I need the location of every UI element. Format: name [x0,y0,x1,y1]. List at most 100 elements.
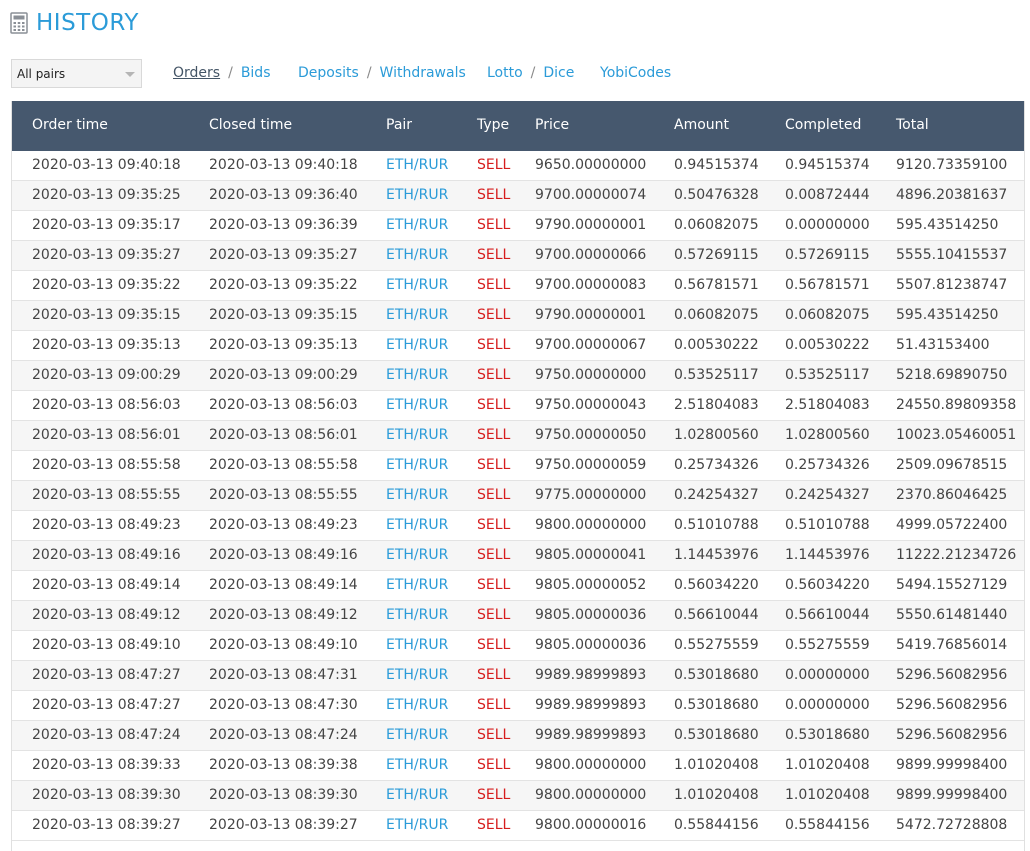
cell-total: 5296.56082956 [896,727,1008,743]
cell-pair[interactable]: ETH/RUR [386,277,448,293]
table-row: 2020-03-13 08:47:24 2020-03-13 08:47:24 ET… [12,721,1024,751]
table-row: 2020-03-13 09:35:17 2020-03-13 09:36:39 ET… [12,211,1024,241]
tab-lotto[interactable]: Lotto [487,65,523,81]
table-row: 2020-03-13 09:40:18 2020-03-13 09:40:18 ET… [12,151,1024,181]
cell-type: SELL [477,697,511,713]
cell-completed: 0.94515374 [785,157,870,173]
cell-pair[interactable]: ETH/RUR [386,217,448,233]
cell-pair[interactable]: ETH/RUR [386,487,448,503]
cell-order-time: 2020-03-13 08:39:27 [32,817,181,833]
cell-amount: 1.01020408 [674,757,759,773]
cell-pair[interactable]: ETH/RUR [386,247,448,263]
table-row: 2020-03-13 08:47:27 2020-03-13 08:47:30 ET… [12,691,1024,721]
column-header-total: Total [896,117,929,133]
column-header-order-time: Order time [32,117,108,133]
cell-type: SELL [477,427,511,443]
cell-amount: 2.51804083 [674,397,759,413]
column-header-closed-time: Closed time [209,117,293,133]
cell-type: SELL [477,637,511,653]
tab-dice[interactable]: Dice [543,65,574,81]
cell-amount: 0.06082075 [674,307,759,323]
cell-type: SELL [477,727,511,743]
cell-amount: 0.25734326 [674,457,759,473]
pair-filter-select[interactable]: All pairs [11,59,142,88]
cell-total: 5296.56082956 [896,667,1008,683]
cell-order-time: 2020-03-13 08:39:30 [32,787,181,803]
cell-completed: 0.00000000 [785,217,870,233]
cell-pair[interactable]: ETH/RUR [386,457,448,473]
cell-price: 9750.00000000 [535,367,647,383]
cell-amount: 0.24254327 [674,487,759,503]
cell-closed-time: 2020-03-13 09:35:13 [209,337,358,353]
cell-type: SELL [477,457,511,473]
cell-amount: 0.53018680 [674,697,759,713]
cell-price: 9775.00000000 [535,487,647,503]
cell-closed-time: 2020-03-13 09:35:22 [209,277,358,293]
cell-pair[interactable]: ETH/RUR [386,157,448,173]
cell-order-time: 2020-03-13 08:39:33 [32,757,181,773]
table-row: 2020-03-13 09:35:27 2020-03-13 09:35:27 ET… [12,241,1024,271]
cell-pair[interactable]: ETH/RUR [386,547,448,563]
cell-pair[interactable]: ETH/RUR [386,667,448,683]
table-row: 2020-03-13 09:35:15 2020-03-13 09:35:15 ET… [12,301,1024,331]
cell-pair[interactable]: ETH/RUR [386,517,448,533]
cell-total: 5296.56082956 [896,697,1008,713]
table-row: 2020-03-13 09:35:22 2020-03-13 09:35:22 ET… [12,271,1024,301]
cell-price: 9805.00000052 [535,577,647,593]
cell-total: 5494.15527129 [896,577,1008,593]
cell-price: 9800.00000000 [535,757,647,773]
cell-pair[interactable]: ETH/RUR [386,637,448,653]
cell-order-time: 2020-03-13 09:35:17 [32,217,181,233]
cell-type: SELL [477,757,511,773]
cell-pair[interactable]: ETH/RUR [386,607,448,623]
tab-withdrawals[interactable]: Withdrawals [380,65,466,81]
cell-price: 9790.00000001 [535,217,647,233]
cell-order-time: 2020-03-13 08:49:10 [32,637,181,653]
tab-bids[interactable]: Bids [241,65,271,81]
cell-total: 51.43153400 [896,337,990,353]
cell-pair[interactable]: ETH/RUR [386,757,448,773]
table-row: 2020-03-13 08:39:30 2020-03-13 08:39:30 ET… [12,781,1024,811]
cell-amount: 0.56610044 [674,607,759,623]
cell-pair[interactable]: ETH/RUR [386,307,448,323]
cell-total: 5419.76856014 [896,637,1008,653]
page-header: HISTORY [10,8,139,38]
cell-pair[interactable]: ETH/RUR [386,817,448,833]
cell-pair[interactable]: ETH/RUR [386,427,448,443]
cell-price: 9790.00000001 [535,307,647,323]
tab-yobicodes[interactable]: YobiCodes [600,65,671,81]
cell-pair[interactable]: ETH/RUR [386,367,448,383]
cell-closed-time: 2020-03-13 09:00:29 [209,367,358,383]
column-header-type: Type [477,117,510,133]
cell-price: 9805.00000041 [535,547,647,563]
table-row: 2020-03-13 08:39:33 2020-03-13 08:39:38 ET… [12,751,1024,781]
cell-order-time: 2020-03-13 09:40:18 [32,157,181,173]
cell-total: 4999.05722400 [896,517,1008,533]
cell-completed: 0.00872444 [785,187,870,203]
cell-order-time: 2020-03-13 08:49:16 [32,547,181,563]
cell-order-time: 2020-03-13 08:49:12 [32,607,181,623]
tab-orders[interactable]: Orders [173,65,220,81]
cell-pair[interactable]: ETH/RUR [386,697,448,713]
cell-pair[interactable]: ETH/RUR [386,727,448,743]
cell-pair[interactable]: ETH/RUR [386,397,448,413]
cell-total: 5555.10415537 [896,247,1008,263]
cell-price: 9800.00000000 [535,787,647,803]
cell-pair[interactable]: ETH/RUR [386,337,448,353]
cell-closed-time: 2020-03-13 09:35:15 [209,307,358,323]
cell-pair[interactable]: ETH/RUR [386,577,448,593]
cell-completed: 1.02800560 [785,427,870,443]
cell-total: 5218.69890750 [896,367,1008,383]
cell-closed-time: 2020-03-13 08:47:31 [209,667,358,683]
cell-order-time: 2020-03-13 08:55:55 [32,487,181,503]
cell-pair[interactable]: ETH/RUR [386,187,448,203]
cell-type: SELL [477,787,511,803]
cell-amount: 0.55844156 [674,817,759,833]
table-row: 2020-03-13 09:35:25 2020-03-13 09:36:40 ET… [12,181,1024,211]
tab-deposits[interactable]: Deposits [298,65,359,81]
nav-group-deposits: Deposits / Withdrawals [298,65,466,81]
cell-closed-time: 2020-03-13 08:49:23 [209,517,358,533]
table-row: 2020-03-13 08:49:12 2020-03-13 08:49:12 ET… [12,601,1024,631]
cell-completed: 0.56781571 [785,277,870,293]
cell-pair[interactable]: ETH/RUR [386,787,448,803]
